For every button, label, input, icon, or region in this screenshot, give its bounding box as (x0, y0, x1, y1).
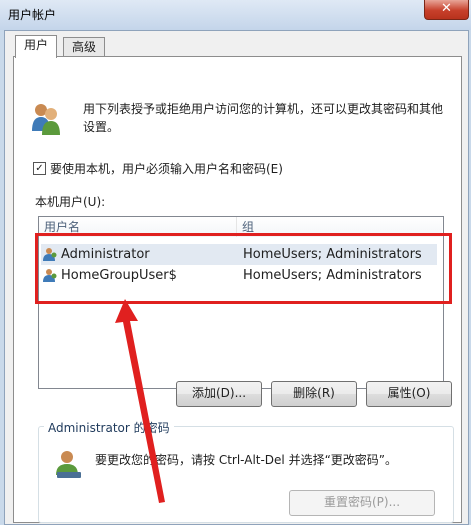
add-user-button[interactable]: 添加(D)... (176, 381, 262, 407)
title-bar: 用户帐户 ✕ (0, 0, 471, 30)
tab-advanced[interactable]: 高级 (63, 37, 106, 58)
intro-text: 用下列表授予或拒绝用户访问您的计算机，还可以更改其密码和其他设置。 (83, 102, 444, 134)
properties-button[interactable]: 属性(O) (366, 381, 452, 407)
window-title: 用户帐户 (8, 8, 57, 22)
users-icon (32, 104, 60, 135)
require-login-label: 要使用本机，用户必须输入用户名和密码(E) (50, 162, 283, 176)
users-list-label: 本机用户(U): (35, 195, 106, 209)
dialog: 用户 高级 用下列表授予或拒绝用户访问您的计算机，还可以更改其密码和其他设置。 … (4, 30, 469, 525)
users-tab-panel: 用下列表授予或拒绝用户访问您的计算机，还可以更改其密码和其他设置。 ✓ 要使用本… (13, 56, 462, 523)
remove-user-button[interactable]: 删除(R) (271, 381, 357, 407)
tab-users[interactable]: 用户 (15, 35, 58, 58)
annotation-highlight-box (35, 233, 452, 304)
annotation-arrow (115, 299, 165, 503)
require-login-checkbox[interactable]: ✓ (33, 162, 46, 175)
user-keyboard-icon (56, 451, 81, 478)
close-button[interactable]: ✕ (424, 0, 469, 20)
reset-password-button[interactable]: 重置密码(P)... (289, 490, 435, 516)
